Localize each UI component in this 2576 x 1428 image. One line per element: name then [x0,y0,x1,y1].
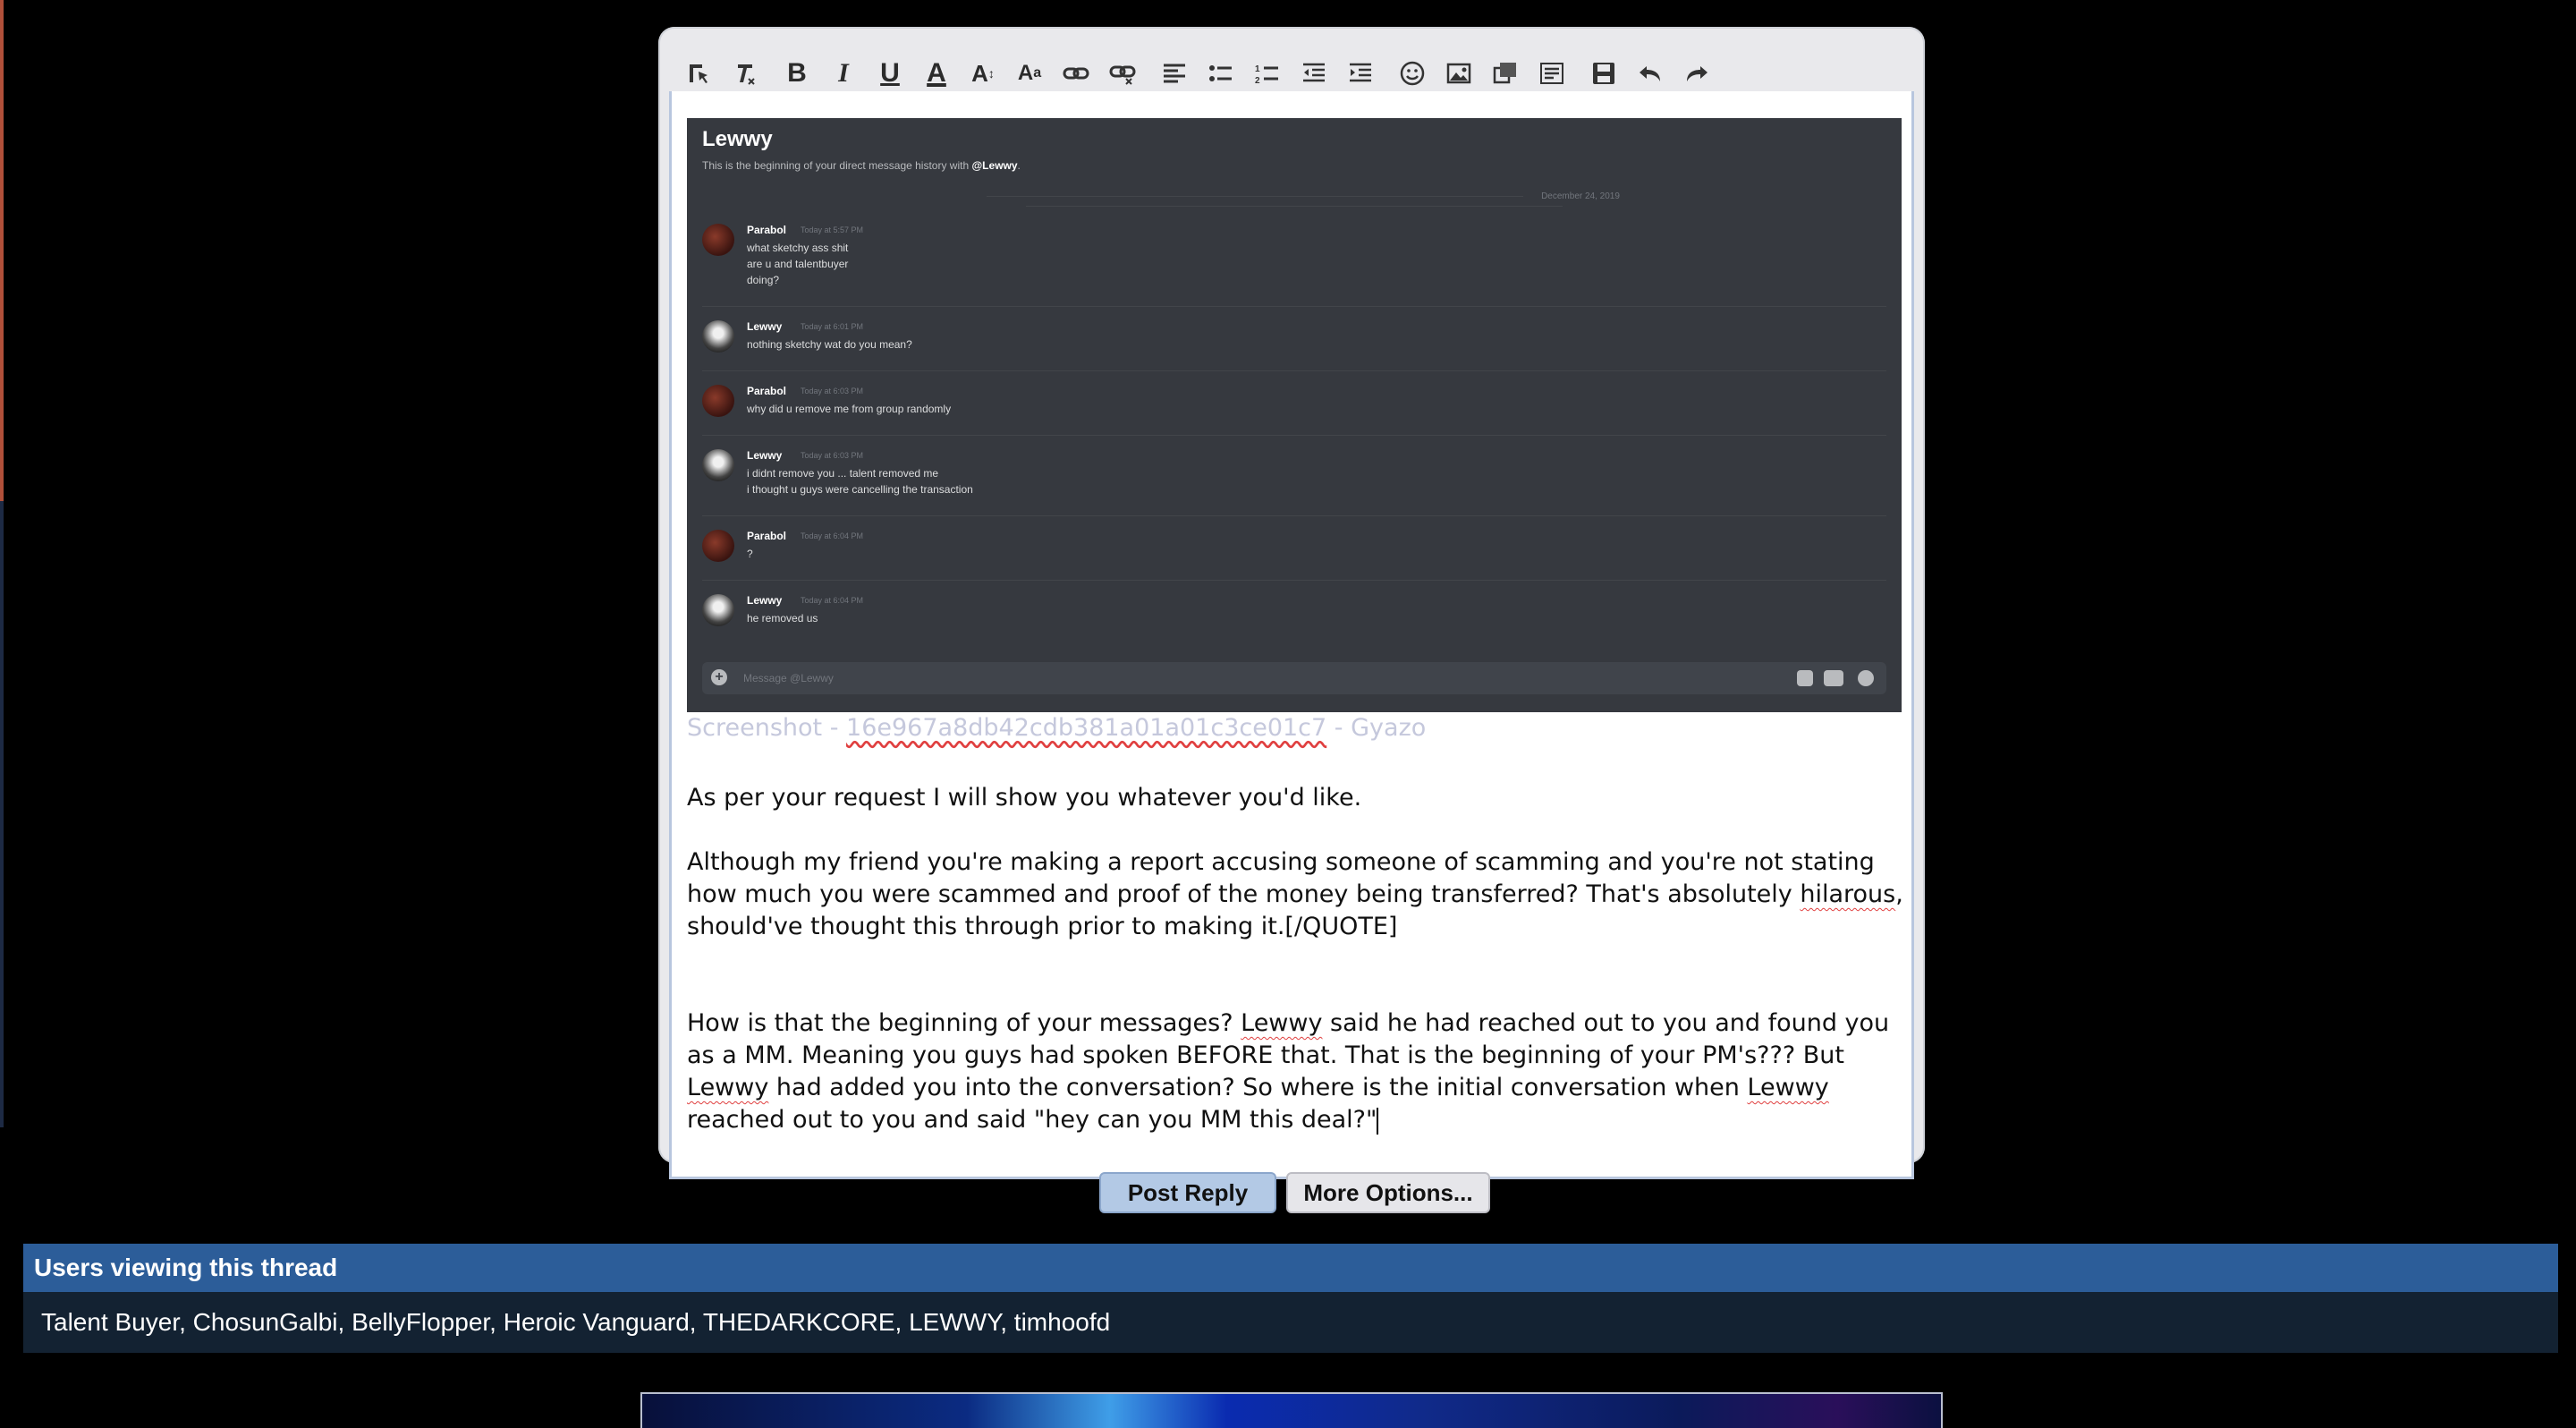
text-caret [1377,1107,1379,1135]
redo-icon[interactable] [1674,51,1719,96]
message-text: nothing sketchy wat do you mean? [747,338,912,351]
svg-text:2: 2 [1255,76,1260,86]
align-icon[interactable] [1152,51,1197,96]
footer-banner[interactable] [640,1392,1943,1428]
post-paragraph: As per your request I will show you what… [687,784,1362,812]
avatar [702,320,734,353]
message-text: i didnt remove you ... talent removed me… [747,467,973,496]
message-author: Lewwy [747,449,783,462]
more-options-button[interactable]: More Options... [1286,1172,1490,1213]
chat-message-input: + Message @Lewwy [702,662,1886,694]
plus-icon: + [711,669,727,685]
chat-input-placeholder: Message @Lewwy [743,672,834,684]
svg-text:1: 1 [1255,64,1260,74]
bulleted-list-icon[interactable] [1199,51,1243,96]
message-author: Parabol [747,224,787,236]
outdent-icon[interactable] [1292,51,1336,96]
switch-mode-icon[interactable] [676,51,721,96]
message-time: Today at 5:57 PM [801,225,864,234]
background-edge [0,501,4,1127]
link-icon[interactable] [1054,51,1098,96]
post-body-text[interactable]: As per your request I will show you what… [687,782,1912,1136]
undo-icon[interactable] [1628,51,1673,96]
message-author: Lewwy [747,594,783,607]
avatar [702,224,734,256]
font-color-icon[interactable]: A [914,51,959,96]
message-text: what sketchy ass shit are u and talentbu… [747,242,849,286]
numbered-list-icon[interactable]: 12 [1245,51,1290,96]
post-paragraph: How is that the beginning of your messag… [687,1009,1890,1135]
italic-icon[interactable]: I [821,51,866,96]
save-draft-icon[interactable] [1581,51,1626,96]
message-text: why did u remove me from group randomly [747,403,952,415]
editor-content[interactable]: Lewwy This is the beginning of your dire… [669,91,1914,1179]
post-reply-button[interactable]: Post Reply [1099,1172,1276,1213]
gif-icon [1824,670,1843,686]
indent-icon[interactable] [1338,51,1383,96]
smilies-icon[interactable] [1390,51,1435,96]
image-icon[interactable] [1436,51,1481,96]
message-time: Today at 6:04 PM [801,531,864,540]
image-caption-link[interactable]: Screenshot - 16e967a8db42cdb381a01a01c3c… [687,714,1426,742]
chat-header-name: Lewwy [702,127,773,151]
font-family-icon[interactable]: Aa [1007,51,1052,96]
message-text: he removed us [747,612,818,625]
message-divider [702,515,1886,516]
background-edge [0,0,4,501]
message-text: ? [747,548,753,560]
remove-format-icon[interactable] [723,51,767,96]
message-divider [702,306,1886,307]
message-divider [702,435,1886,436]
quote-icon[interactable] [1530,51,1574,96]
reply-editor: B I U A A ↕ Aa 12 Lewwy This is the begin… [658,27,1925,1179]
message-time: Today at 6:03 PM [801,451,864,460]
bold-icon[interactable]: B [775,51,819,96]
message-author: Parabol [747,530,787,542]
font-size-icon[interactable]: A ↕ [961,51,1005,96]
message-divider [702,580,1886,581]
unlink-icon[interactable] [1100,51,1145,96]
message-time: Today at 6:01 PM [801,322,864,331]
message-author: Lewwy [747,320,783,333]
message-time: Today at 6:04 PM [801,596,864,605]
date-divider: December 24, 2019 [687,191,1902,211]
users-viewing-list: Talent Buyer, ChosunGalbi, BellyFlopper,… [23,1292,2558,1353]
underline-icon[interactable]: U [868,51,912,96]
avatar [702,385,734,417]
avatar [702,594,734,626]
avatar [702,449,734,481]
emoji-icon [1858,670,1874,686]
chat-header-subtitle: This is the beginning of your direct mes… [702,159,1021,172]
avatar [702,530,734,562]
embedded-chat-screenshot: Lewwy This is the beginning of your dire… [687,118,1902,712]
gift-icon [1797,670,1813,686]
media-icon[interactable] [1483,51,1528,96]
message-author: Parabol [747,385,787,397]
message-divider [702,370,1886,371]
post-paragraph: Although my friend you're making a repor… [687,848,1903,940]
message-time: Today at 6:03 PM [801,387,864,395]
users-viewing-header: Users viewing this thread [23,1244,2558,1292]
